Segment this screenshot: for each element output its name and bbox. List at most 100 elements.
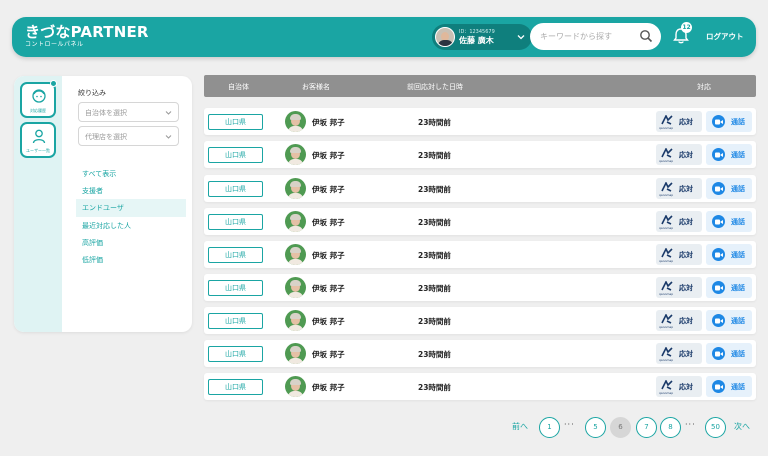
respond-brand: qanomap — [659, 159, 674, 163]
rail-badge — [50, 80, 57, 87]
respond-label: 応対 — [679, 284, 693, 292]
call-label: 通話 — [731, 284, 745, 292]
call-button[interactable]: 通話 — [706, 310, 752, 331]
municipality-tag[interactable]: 山口県 — [208, 247, 263, 263]
municipality-tag[interactable]: 山口県 — [208, 379, 263, 395]
call-button[interactable]: 通話 — [706, 343, 752, 364]
respond-button[interactable]: qanomap 応対 — [656, 211, 702, 232]
user-icon — [32, 129, 46, 144]
municipality-tag[interactable]: 山口県 — [208, 280, 263, 296]
municipality-tag[interactable]: 山口県 — [208, 147, 263, 163]
customer-name[interactable]: 伊坂 邦子 — [312, 349, 345, 360]
customer-name[interactable]: 伊坂 邦子 — [312, 184, 345, 195]
filter-recent[interactable]: 最近対応した人 — [76, 217, 186, 234]
filter-all[interactable]: すべて表示 — [76, 165, 186, 182]
agency-select[interactable]: 代理店を選択 — [78, 126, 179, 146]
brand[interactable]: きづなPARTNER コントロールパネル — [25, 23, 149, 49]
filter-supporter[interactable]: 支援者 — [76, 182, 186, 199]
customer-name[interactable]: 伊坂 邦子 — [312, 217, 345, 228]
logout-button[interactable]: ログアウト — [706, 31, 744, 42]
customer-name[interactable]: 伊坂 邦子 — [312, 283, 345, 294]
table-row: 山口県 伊坂 邦子 23時間前 qanomap 応対 通話 — [204, 340, 756, 367]
respond-button[interactable]: qanomap 応対 — [656, 244, 702, 265]
pagination-next[interactable]: 次へ — [734, 421, 750, 432]
search-box — [530, 23, 661, 50]
pagination-page[interactable]: 1 — [539, 417, 560, 438]
call-button[interactable]: 通話 — [706, 376, 752, 397]
call-label: 通話 — [731, 151, 745, 159]
brand-title: きづなPARTNER — [25, 23, 149, 41]
pagination-page[interactable]: 8 — [660, 417, 681, 438]
pagination-current-page: 6 — [610, 417, 631, 438]
respond-button[interactable]: qanomap 応対 — [656, 376, 702, 397]
municipality-tag[interactable]: 山口県 — [208, 181, 263, 197]
table-row: 山口県 伊坂 邦子 23時間前 qanomap 応対 通話 — [204, 373, 756, 400]
respond-button[interactable]: qanomap 応対 — [656, 111, 702, 132]
respond-label: 応対 — [679, 185, 693, 193]
chevron-down-icon — [517, 35, 525, 40]
customer-name[interactable]: 伊坂 邦子 — [312, 382, 345, 393]
respond-button[interactable]: qanomap 応対 — [656, 277, 702, 298]
pagination-ellipsis: ··· — [685, 420, 696, 429]
respond-label: 応対 — [679, 383, 693, 391]
customer-name[interactable]: 伊坂 邦子 — [312, 117, 345, 128]
pagination-page[interactable]: 50 — [705, 417, 726, 438]
respond-button[interactable]: qanomap 応対 — [656, 310, 702, 331]
call-button[interactable]: 通話 — [706, 178, 752, 199]
customer-avatar — [285, 144, 306, 165]
customer-avatar — [285, 310, 306, 331]
table-row: 山口県 伊坂 邦子 23時間前 qanomap 応対 通話 — [204, 175, 756, 202]
pagination-page[interactable]: 5 — [585, 417, 606, 438]
rail-label: 対応履歴 — [30, 108, 46, 113]
call-button[interactable]: 通話 — [706, 211, 752, 232]
search-input[interactable] — [540, 29, 636, 44]
municipality-tag[interactable]: 山口県 — [208, 114, 263, 130]
municipality-tag[interactable]: 山口県 — [208, 214, 263, 230]
video-call-icon — [712, 148, 725, 161]
call-button[interactable]: 通話 — [706, 144, 752, 165]
last-response-time: 23時間前 — [418, 317, 451, 326]
call-button[interactable]: 通話 — [706, 277, 752, 298]
municipality-tag[interactable]: 山口県 — [208, 313, 263, 329]
qanomap-icon — [661, 215, 673, 225]
municipality-select[interactable]: 自治体を選択 — [78, 102, 179, 122]
rail-button-users[interactable]: ユーザー一覧 — [20, 122, 56, 158]
column-last-response: 前回応対した日時 — [407, 83, 463, 91]
customer-avatar — [285, 277, 306, 298]
respond-label: 応対 — [679, 118, 693, 126]
filter-high-rating[interactable]: 高評価 — [76, 234, 186, 251]
column-customer: お客様名 — [302, 83, 330, 91]
filter-end-user[interactable]: エンドユーザ — [76, 199, 186, 217]
video-call-icon — [712, 115, 725, 128]
customer-name[interactable]: 伊坂 邦子 — [312, 316, 345, 327]
filter-title: 絞り込み — [78, 89, 106, 97]
search-icon[interactable] — [639, 29, 653, 43]
respond-button[interactable]: qanomap 応対 — [656, 343, 702, 364]
rail-button-history[interactable]: 対応履歴 — [20, 82, 56, 118]
respond-label: 応対 — [679, 218, 693, 226]
table-row: 山口県 伊坂 邦子 23時間前 qanomap 応対 通話 — [204, 141, 756, 168]
customer-name[interactable]: 伊坂 邦子 — [312, 150, 345, 161]
customer-name[interactable]: 伊坂 邦子 — [312, 250, 345, 261]
user-menu[interactable]: ID：12345679 佐藤 廣木 — [432, 24, 532, 50]
filter-low-rating[interactable]: 低評価 — [76, 251, 186, 268]
respond-button[interactable]: qanomap 応対 — [656, 144, 702, 165]
call-label: 通話 — [731, 185, 745, 193]
municipality-tag[interactable]: 山口県 — [208, 346, 263, 362]
call-button[interactable]: 通話 — [706, 111, 752, 132]
agency-select-value: 代理店を選択 — [85, 133, 127, 141]
municipality-select-value: 自治体を選択 — [85, 109, 127, 117]
video-call-icon — [712, 182, 725, 195]
table-row: 山口県 伊坂 邦子 23時間前 qanomap 応対 通話 — [204, 274, 756, 301]
call-button[interactable]: 通話 — [706, 244, 752, 265]
brand-subtitle: コントロールパネル — [25, 41, 84, 48]
pagination-prev[interactable]: 前へ — [512, 421, 528, 432]
qanomap-icon — [661, 182, 673, 192]
pagination-page[interactable]: 7 — [636, 417, 657, 438]
respond-button[interactable]: qanomap 応対 — [656, 178, 702, 199]
respond-brand: qanomap — [659, 391, 674, 395]
last-response-time: 23時間前 — [418, 251, 451, 260]
last-response-time: 23時間前 — [418, 350, 451, 359]
rail-label: ユーザー一覧 — [26, 148, 50, 153]
last-response-time: 23時間前 — [418, 151, 451, 160]
